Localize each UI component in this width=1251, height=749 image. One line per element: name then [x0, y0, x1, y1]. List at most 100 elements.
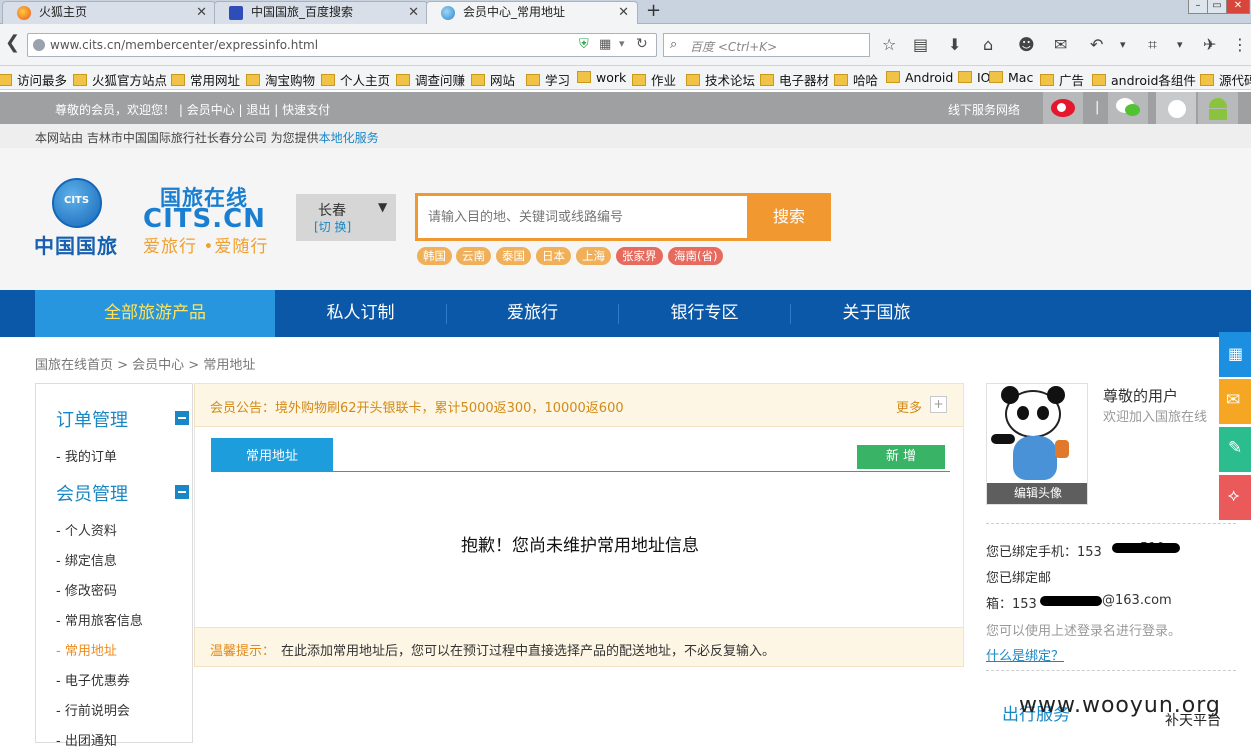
back-arrow-icon[interactable]: ❮	[5, 34, 20, 52]
search-button[interactable]: 搜索	[747, 193, 831, 241]
bookmark-item[interactable]: 网站	[471, 70, 515, 89]
download-icon[interactable]: ⬇	[948, 36, 961, 54]
cits-globe-logo[interactable]: CITS	[52, 178, 102, 228]
reload-icon[interactable]: ↻	[636, 36, 648, 52]
member-management-title[interactable]: 会员管理	[56, 480, 128, 506]
offline-service-link[interactable]: 线下服务网络	[948, 101, 1020, 118]
android-icon[interactable]	[1198, 92, 1238, 124]
bookmark-item[interactable]: 访问最多	[0, 70, 67, 89]
hot-tag[interactable]: 张家界	[616, 247, 663, 265]
hot-tag[interactable]: 泰国	[496, 247, 531, 265]
what-is-binding-link[interactable]: 什么是绑定？	[986, 645, 1064, 664]
site-info-icon[interactable]	[33, 39, 45, 51]
member-center-link[interactable]: 会员中心	[187, 103, 235, 117]
hot-tag[interactable]: 海南(省)	[668, 247, 724, 265]
close-tab-icon[interactable]: ✕	[408, 2, 419, 23]
new-tab-button[interactable]: +	[646, 0, 661, 22]
nav-all-products[interactable]: 全部旅游产品	[35, 290, 275, 337]
sidebar-item-briefing[interactable]: - 行前说明会	[56, 700, 130, 719]
browser-tab-baidu[interactable]: 中国国旅_百度搜索 ✕	[214, 1, 428, 24]
edit-avatar-button[interactable]: 编辑头像	[987, 483, 1087, 504]
bookmark-item[interactable]: 电子器材	[760, 70, 829, 89]
bookmark-item[interactable]: 淘宝购物	[246, 70, 315, 89]
sidebar-item-coupons[interactable]: - 电子优惠券	[56, 670, 130, 689]
bookmark-item[interactable]: Mac	[989, 70, 1033, 85]
chat-icon[interactable]: ☻	[1018, 36, 1035, 54]
add-address-button[interactable]: 新 增	[857, 445, 945, 469]
avatar[interactable]: 编辑头像	[986, 383, 1088, 505]
bookmark-item[interactable]: 作业	[632, 70, 676, 89]
dropdown-arrow-icon[interactable]: ▾	[1177, 36, 1183, 54]
share-side-button[interactable]: ⟡	[1219, 475, 1251, 520]
bookmark-item[interactable]: 学习	[526, 70, 570, 89]
address-bar[interactable]: www.cits.cn/membercenter/expressinfo.htm…	[27, 33, 657, 57]
city-switch-link[interactable]: [切 换]	[314, 218, 351, 235]
minimize-button[interactable]: –	[1188, 0, 1208, 14]
nav-bank-zone[interactable]: 银行专区	[619, 290, 790, 337]
close-window-button[interactable]: ✕	[1226, 0, 1250, 14]
sidebar-item-password[interactable]: - 修改密码	[56, 580, 117, 599]
quick-pay-link[interactable]: 快速支付	[282, 103, 330, 117]
browser-tab-firefox-home[interactable]: 火狐主页 ✕	[2, 1, 216, 24]
destination-search-input[interactable]	[418, 196, 747, 238]
bookmark-item[interactable]: 技术论坛	[686, 70, 755, 89]
bookmark-item[interactable]: android各组件	[1092, 70, 1196, 89]
wechat-icon[interactable]	[1108, 92, 1148, 124]
collapse-icon[interactable]	[175, 485, 189, 499]
apple-icon[interactable]	[1156, 92, 1196, 124]
crop-icon[interactable]: ⌗	[1148, 36, 1157, 54]
shield-check-icon[interactable]: ⛨	[579, 37, 589, 52]
city-selector[interactable]: 长春 [切 换] ▼	[296, 194, 396, 241]
browser-tab-member-address[interactable]: 会员中心_常用地址 ✕	[426, 1, 638, 25]
close-tab-icon[interactable]: ✕	[196, 2, 207, 23]
maximize-button[interactable]: ▭	[1207, 0, 1227, 14]
undo-icon[interactable]: ↶	[1090, 36, 1103, 54]
weibo-icon[interactable]	[1043, 92, 1083, 124]
bookmark-star-icon[interactable]: ☆	[882, 36, 896, 54]
plus-icon[interactable]: +	[930, 396, 947, 413]
dropdown-arrow-icon[interactable]: ▾	[1120, 36, 1126, 54]
collapse-icon[interactable]	[175, 411, 189, 425]
hot-tag[interactable]: 上海	[576, 247, 611, 265]
home-icon[interactable]: ⌂	[983, 36, 993, 54]
logout-link[interactable]: 退出	[246, 103, 270, 117]
hot-tag[interactable]: 韩国	[417, 247, 452, 265]
bookmark-item[interactable]: 广告	[1040, 70, 1084, 89]
hot-tag[interactable]: 日本	[536, 247, 571, 265]
comment-icon[interactable]: ✉	[1054, 36, 1067, 54]
tab-common-address[interactable]: 常用地址	[211, 438, 333, 472]
addon-icon[interactable]: ✈	[1203, 36, 1216, 54]
sidebar-item-travelers[interactable]: - 常用旅客信息	[56, 610, 143, 629]
bookmark-item[interactable]: 哈哈	[834, 70, 878, 89]
sidebar-item-binding[interactable]: - 绑定信息	[56, 550, 117, 569]
browser-search-box[interactable]: ⌕ 百度 <Ctrl+K>	[663, 33, 870, 57]
nav-about[interactable]: 关于国旅	[791, 290, 962, 337]
order-management-title[interactable]: 订单管理	[56, 406, 128, 432]
menu-icon[interactable]: ⋮	[1232, 36, 1248, 54]
bookmark-item[interactable]: 调查问赚	[396, 70, 465, 89]
bookmark-item[interactable]: 常用网址	[171, 70, 240, 89]
bookmark-item[interactable]: work	[577, 70, 626, 85]
reading-list-icon[interactable]: ▤	[913, 36, 928, 54]
breadcrumb[interactable]: 国旅在线首页 > 会员中心 > 常用地址	[35, 354, 255, 373]
dropdown-triangle-icon[interactable]: ▼	[378, 200, 387, 214]
bookmark-item[interactable]: 火狐官方站点	[73, 70, 167, 89]
hot-tag[interactable]: 云南	[456, 247, 491, 265]
feedback-side-button[interactable]: ✎	[1219, 427, 1251, 472]
close-tab-icon[interactable]: ✕	[618, 2, 629, 23]
sidebar-item-my-orders[interactable]: - 我的订单	[56, 446, 117, 465]
sidebar-item-profile[interactable]: - 个人资料	[56, 520, 117, 539]
bookmark-item[interactable]: Android	[886, 70, 953, 85]
qr-code-icon[interactable]: ▦	[599, 37, 611, 52]
notice-text[interactable]: 会员公告：境外购物刷62开头银联卡，累计5000返300，10000返600	[210, 397, 624, 416]
chat-side-button[interactable]: ✉	[1219, 379, 1251, 424]
qr-code-side-button[interactable]: ▦	[1219, 332, 1251, 377]
dropdown-arrow-icon[interactable]: ▾	[619, 37, 625, 50]
sidebar-item-group-notice[interactable]: - 出团通知	[56, 730, 117, 749]
bookmark-item[interactable]: 源代码	[1200, 70, 1251, 89]
local-service-link[interactable]: 本地化服务	[319, 131, 379, 145]
nav-custom-tour[interactable]: 私人订制	[275, 290, 446, 337]
nav-love-travel[interactable]: 爱旅行	[447, 290, 618, 337]
more-link[interactable]: 更多	[896, 397, 922, 416]
bookmark-item[interactable]: 个人主页	[321, 70, 390, 89]
